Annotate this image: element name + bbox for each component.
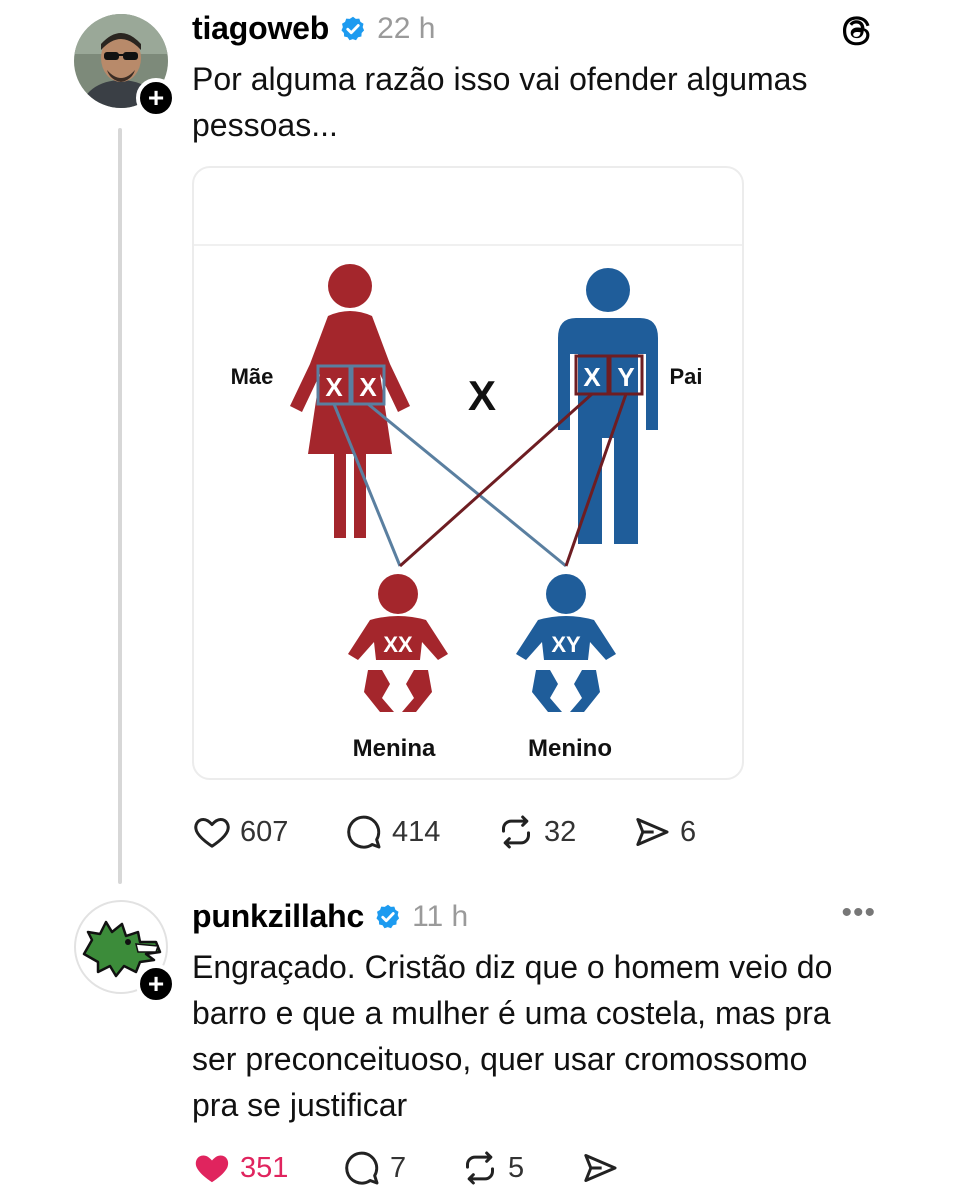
post-time: 11 h xyxy=(412,899,469,933)
like-button[interactable]: 351 xyxy=(192,1148,342,1188)
share-button[interactable]: 6 xyxy=(632,812,696,852)
post-header: tiagoweb 22 h xyxy=(192,10,435,47)
girl-baby-figure: XX xyxy=(348,574,448,712)
repost-count: 32 xyxy=(544,815,577,848)
follow-plus-icon[interactable]: + xyxy=(136,78,176,118)
post-text-line: pra se justificar xyxy=(192,1087,408,1123)
like-count: 607 xyxy=(240,815,289,848)
post-text-line: ser preconceituoso, quer usar cromossomo xyxy=(192,1041,808,1077)
share-icon xyxy=(636,818,669,846)
repost-button[interactable]: 32 xyxy=(496,812,632,852)
verified-icon xyxy=(376,904,400,928)
post-text-line: Por alguma razão isso vai ofender alguma… xyxy=(192,61,808,97)
post-text: Por alguma razão isso vai ofender alguma… xyxy=(192,56,892,148)
reply-button[interactable]: 414 xyxy=(344,812,496,852)
username[interactable]: tiagoweb xyxy=(192,10,329,47)
repost-count: 5 xyxy=(508,1151,525,1184)
post-text: Engraçado. Cristão diz que o homem veio … xyxy=(192,944,892,1128)
father-figure xyxy=(558,268,658,544)
post-image[interactable]: X X X Y Mãe Pai X XX XY Menina Menino xyxy=(192,166,744,780)
mother-label: Mãe xyxy=(231,364,274,389)
cross-symbol: X xyxy=(468,372,496,419)
follow-plus-icon[interactable]: + xyxy=(136,964,176,1004)
post-text-line: barro e que a mulher é uma costela, mas … xyxy=(192,995,831,1031)
reply-count: 414 xyxy=(392,815,441,848)
post-actions: 351 7 5 xyxy=(192,1148,620,1188)
share-icon xyxy=(584,1154,617,1182)
reply-button[interactable]: 7 xyxy=(342,1148,460,1188)
boy-baby-figure: XY xyxy=(516,574,616,712)
post-actions: 607 414 32 6 xyxy=(192,812,696,852)
father-chromosome-2: Y xyxy=(617,362,634,392)
heart-icon xyxy=(195,1155,229,1183)
avatar-tiagoweb[interactable]: + xyxy=(74,14,176,118)
boy-chromosomes: XY xyxy=(551,632,581,657)
verified-icon xyxy=(341,16,365,40)
post-text-line: pessoas... xyxy=(192,107,338,143)
avatar-punkzillahc[interactable]: + xyxy=(74,900,176,1004)
threads-icon[interactable] xyxy=(836,10,876,50)
username[interactable]: punkzillahc xyxy=(192,898,364,935)
boy-label: Menino xyxy=(528,735,612,762)
reply-count: 7 xyxy=(390,1151,407,1184)
chromosome-diagram: X X X Y Mãe Pai X XX XY Menina Menino xyxy=(231,264,703,762)
more-icon[interactable]: ••• xyxy=(841,896,876,930)
image-top-divider xyxy=(194,244,742,246)
like-button[interactable]: 607 xyxy=(192,812,344,852)
comment-icon xyxy=(347,815,381,849)
repost-icon xyxy=(466,1151,494,1185)
father-chromosome-1: X xyxy=(583,362,601,392)
girl-label: Menina xyxy=(353,735,436,762)
post-punkzillahc: + punkzillahc 11 h ••• Engraçado. Cristã… xyxy=(0,880,960,1200)
mother-chromosome-2: X xyxy=(359,372,377,402)
father-chromosome-boxes: X Y xyxy=(574,354,644,396)
post-tiagoweb: + tiagoweb 22 h Por alguma razão isso va… xyxy=(0,0,960,884)
father-label: Pai xyxy=(669,364,702,389)
comment-icon xyxy=(345,1151,379,1185)
thread-connector-line xyxy=(118,128,122,884)
post-time: 22 h xyxy=(377,11,436,45)
mother-chromosome-1: X xyxy=(325,372,343,402)
post-header: punkzillahc 11 h xyxy=(192,898,468,935)
heart-icon xyxy=(194,818,230,848)
like-count: 351 xyxy=(240,1151,289,1184)
repost-icon xyxy=(502,815,530,849)
share-button[interactable] xyxy=(580,1148,620,1188)
post-text-line: Engraçado. Cristão diz que o homem veio … xyxy=(192,949,833,985)
share-count: 6 xyxy=(680,815,697,848)
repost-button[interactable]: 5 xyxy=(460,1148,580,1188)
mother-chromosome-boxes: X X xyxy=(316,364,386,406)
girl-chromosomes: XX xyxy=(383,632,413,657)
